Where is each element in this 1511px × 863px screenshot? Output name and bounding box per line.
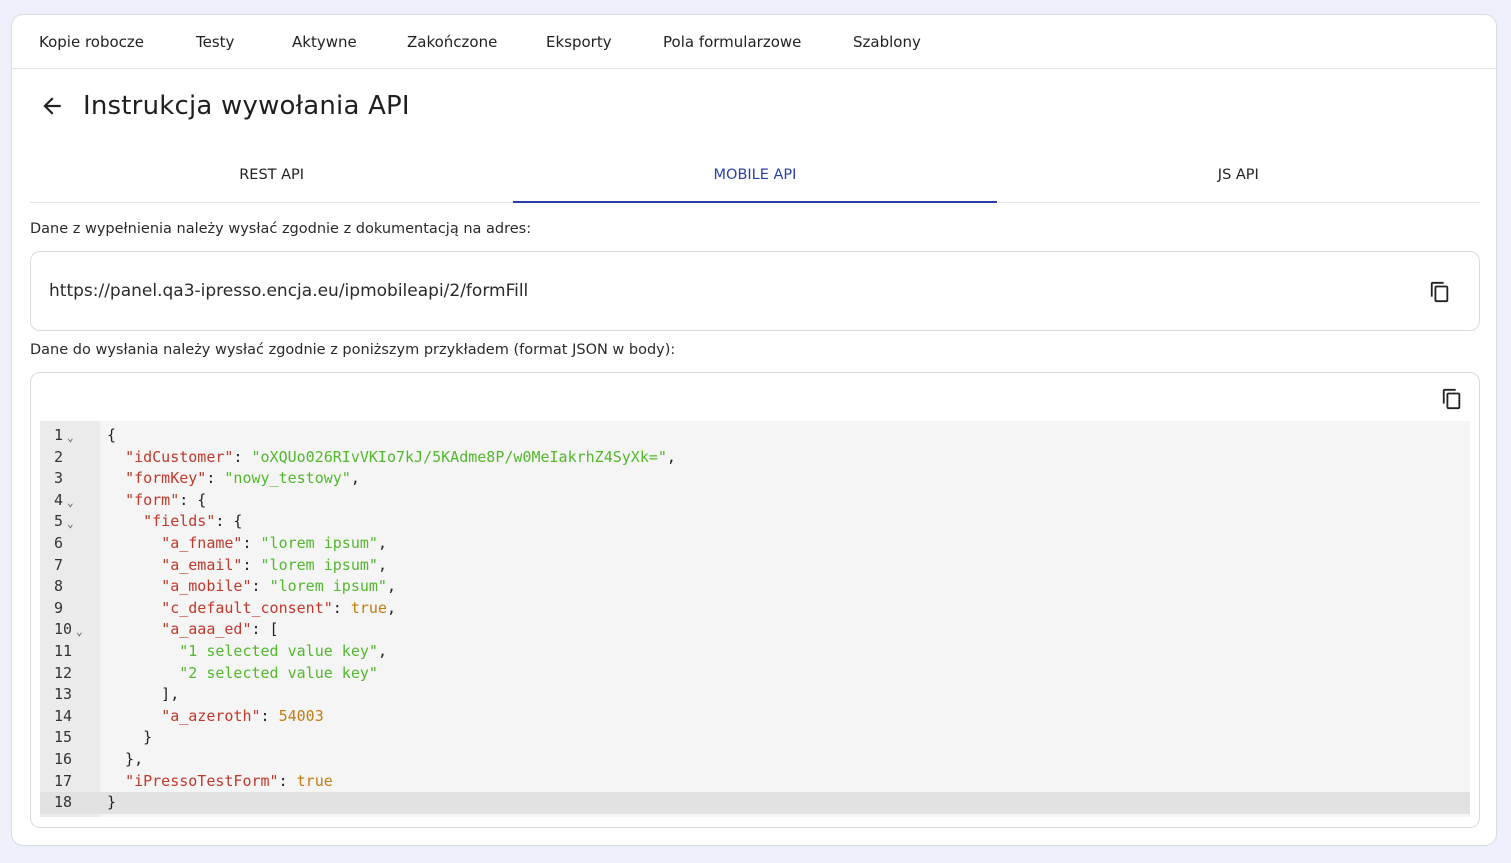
nav-item-drafts[interactable]: Kopie robocze xyxy=(39,33,196,51)
code-text: "1 selected value key", xyxy=(179,642,387,660)
line-number: 9 xyxy=(54,598,64,617)
main-card: Kopie robocze Testy Aktywne Zakończone E… xyxy=(11,14,1497,846)
code-text: } xyxy=(107,728,153,747)
endpoint-url-box: https://panel.qa3-ipresso.encja.eu/ipmob… xyxy=(30,251,1480,331)
code-text: "form": { xyxy=(125,490,207,509)
code-text: "a_mobile": "lorem ipsum", xyxy=(161,577,396,596)
line-number: 14 xyxy=(54,706,73,725)
code-line: 7 "a_email": "lorem ipsum", xyxy=(40,555,1470,577)
code-text: { xyxy=(107,426,117,444)
page-header: Instrukcja wywołania API xyxy=(39,91,410,121)
copy-icon[interactable] xyxy=(1429,280,1451,304)
line-number: 7 xyxy=(54,555,64,574)
tab-rest-api[interactable]: REST API xyxy=(30,153,513,202)
line-number: 11 xyxy=(54,642,73,660)
nav-item-finished[interactable]: Zakończone xyxy=(407,33,546,51)
code-text: "fields": { xyxy=(143,512,243,531)
arrow-left-icon[interactable] xyxy=(39,93,65,119)
code-line: 6 "a_fname": "lorem ipsum", xyxy=(40,533,1470,555)
code-text: ], xyxy=(107,685,180,704)
code-text: "iPressoTestForm": true xyxy=(125,771,333,790)
code-line: 1 ⌄{ xyxy=(40,425,1470,447)
endpoint-label: Dane z wypełnienia należy wysłać zgodnie… xyxy=(30,221,532,237)
code-line: 13 ], xyxy=(40,684,1470,706)
payload-label: Dane do wysłania należy wysłać zgodnie z… xyxy=(30,342,676,358)
page-title: Instrukcja wywołania API xyxy=(83,91,410,121)
line-number: 13 xyxy=(54,685,73,704)
code-line: 5 ⌄ "fields": { xyxy=(40,511,1470,533)
line-number: 17 xyxy=(54,771,73,790)
nav-item-form-fields[interactable]: Pola formularzowe xyxy=(663,33,853,51)
code-line: 12 "2 selected value key" xyxy=(40,663,1470,685)
code-text: } xyxy=(107,793,117,812)
code-text: "a_azeroth": 54003 xyxy=(161,706,324,725)
code-text: }, xyxy=(107,750,144,768)
code-line: 9 "c_default_consent": true, xyxy=(40,598,1470,620)
code-line: 15 } xyxy=(40,727,1470,749)
code-line: 14 "a_azeroth": 54003 xyxy=(40,706,1470,728)
api-tabs: REST API MOBILE API JS API xyxy=(30,153,1480,203)
code-text: "a_aaa_ed": [ xyxy=(161,620,279,639)
line-number: 16 xyxy=(54,750,73,768)
code-line: 18} xyxy=(40,792,1470,814)
tab-js-api[interactable]: JS API xyxy=(997,153,1480,202)
payload-code-box: 1 ⌄{2 "idCustomer": "oXQUo026RIvVKIo7kJ/5… xyxy=(30,372,1480,828)
code-text: "a_fname": "lorem ipsum", xyxy=(161,534,387,552)
line-number: 18 xyxy=(54,793,73,812)
json-code-editor[interactable]: 1 ⌄{2 "idCustomer": "oXQUo026RIvVKIo7kJ/5… xyxy=(40,421,1470,817)
code-line: 3 "formKey": "nowy_testowy", xyxy=(40,468,1470,490)
line-number: 12 xyxy=(54,663,73,682)
line-number: 15 xyxy=(54,728,73,747)
code-line: 11 "1 selected value key", xyxy=(40,641,1470,663)
top-navigation: Kopie robocze Testy Aktywne Zakończone E… xyxy=(12,15,1496,69)
line-number: 8 xyxy=(54,577,64,596)
fold-chevron-icon[interactable]: ⌄ xyxy=(67,492,74,514)
code-line: 2 "idCustomer": "oXQUo026RIvVKIo7kJ/5KAd… xyxy=(40,447,1470,469)
code-line: 17 "iPressoTestForm": true xyxy=(40,771,1470,793)
code-text: "a_email": "lorem ipsum", xyxy=(161,555,387,574)
code-line: 10 ⌄ "a_aaa_ed": [ xyxy=(40,619,1470,641)
nav-item-exports[interactable]: Eksporty xyxy=(546,33,663,51)
nav-item-active[interactable]: Aktywne xyxy=(292,33,407,51)
nav-item-templates[interactable]: Szablony xyxy=(853,33,921,51)
code-line: 16 }, xyxy=(40,749,1470,771)
line-number: 2 xyxy=(54,447,64,466)
tab-mobile-api[interactable]: MOBILE API xyxy=(513,153,997,203)
code-text: "c_default_consent": true, xyxy=(161,598,396,617)
code-text: "formKey": "nowy_testowy", xyxy=(125,469,360,488)
line-number: 3 xyxy=(54,469,64,488)
fold-chevron-icon[interactable]: ⌄ xyxy=(67,427,74,449)
code-text: "idCustomer": "oXQUo026RIvVKIo7kJ/5KAdme… xyxy=(125,447,676,466)
endpoint-url: https://panel.qa3-ipresso.encja.eu/ipmob… xyxy=(49,281,529,301)
copy-icon[interactable] xyxy=(1441,387,1463,411)
code-line: 8 "a_mobile": "lorem ipsum", xyxy=(40,576,1470,598)
fold-chevron-icon[interactable]: ⌄ xyxy=(76,621,83,643)
nav-item-tests[interactable]: Testy xyxy=(196,33,292,51)
code-text: "2 selected value key" xyxy=(179,663,378,682)
line-number: 6 xyxy=(54,534,64,552)
code-line: 4 ⌄ "form": { xyxy=(40,490,1470,512)
fold-chevron-icon[interactable]: ⌄ xyxy=(67,513,74,535)
